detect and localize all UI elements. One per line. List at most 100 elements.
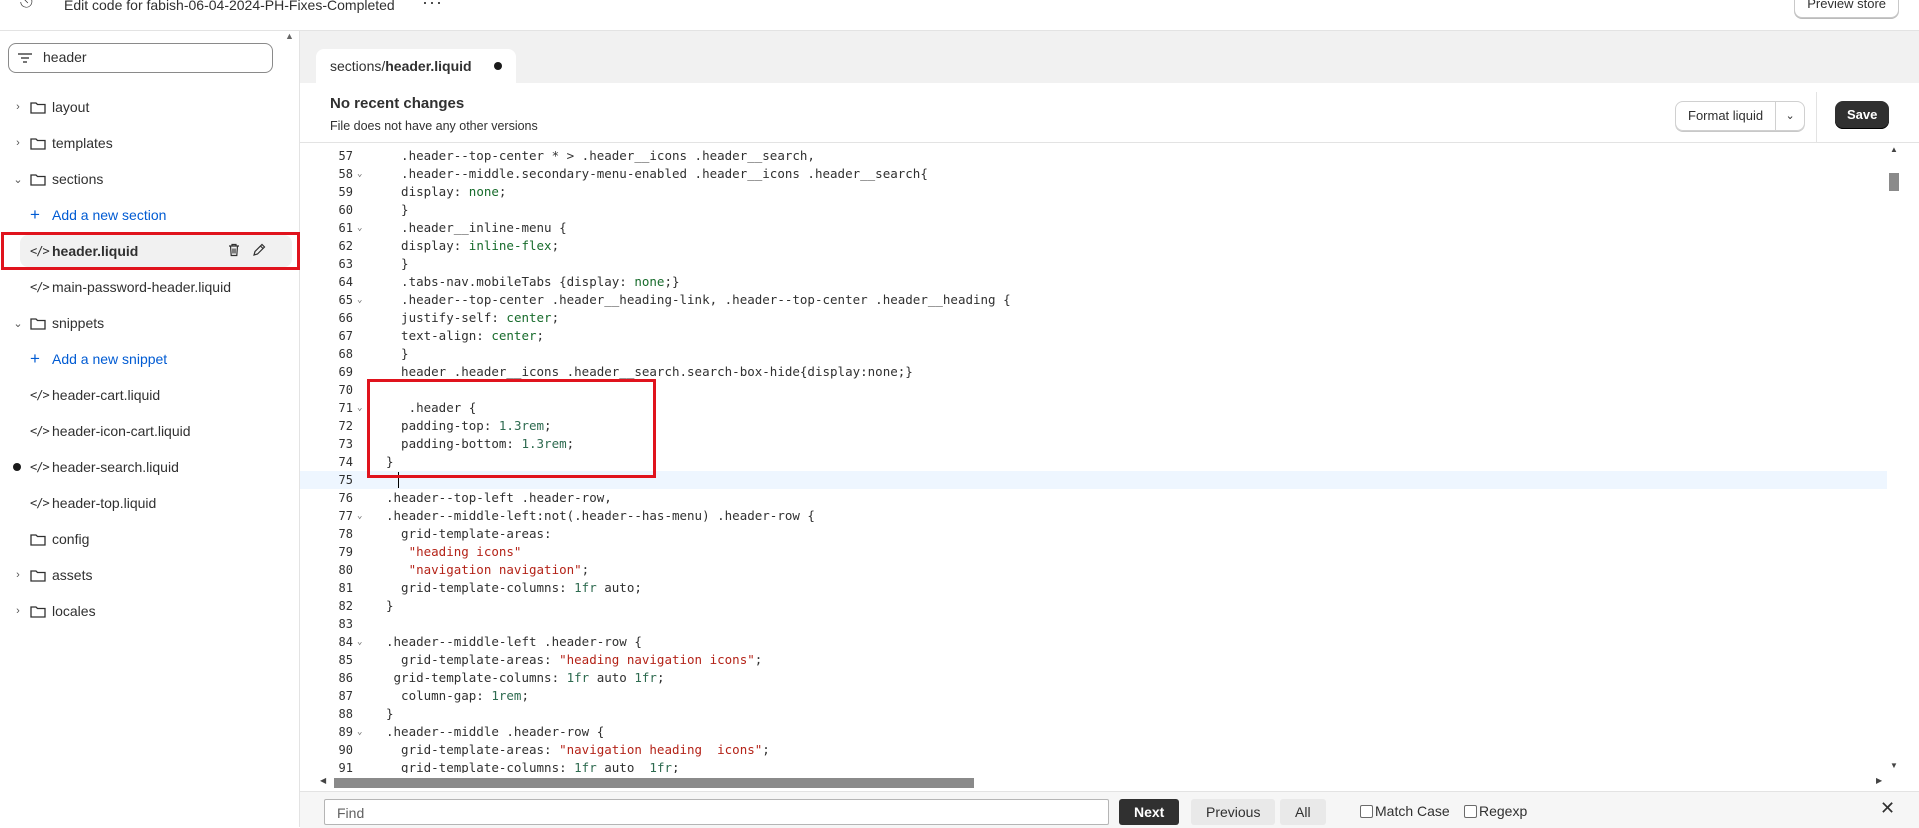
unsaved-indicator[interactable] (493, 62, 502, 71)
code-line[interactable]: 77 ⌄ .header--middle-left:not(.header--has… (300, 507, 1887, 525)
folder-icon (30, 173, 46, 186)
divider (1816, 92, 1817, 142)
folder-snippets[interactable]: ⌄ snippets (0, 305, 299, 341)
code-line[interactable]: 60 } (300, 201, 1887, 219)
fold-chevron-icon[interactable]: ⌄ (357, 723, 362, 741)
more-actions-button[interactable]: ··· (422, 0, 443, 13)
code-line[interactable]: 85 grid-template-areas: "heading navigat… (300, 651, 1887, 669)
trash-icon[interactable] (227, 243, 241, 257)
file-header-search[interactable]: </> header-search.liquid (0, 449, 299, 485)
scrollbar-thumb[interactable] (1889, 173, 1899, 191)
fold-chevron-icon[interactable]: ⌄ (357, 399, 362, 417)
chevron-right-icon: › (16, 605, 20, 617)
code-line[interactable]: 65 ⌄ .header--top-center .header__heading… (300, 291, 1887, 309)
file-label: header-icon-cart.liquid (52, 423, 191, 439)
line-number: 57 (338, 149, 353, 163)
find-next-button[interactable]: Next (1119, 799, 1180, 825)
file-info-bar: No recent changes File does not have any… (300, 83, 1919, 143)
scroll-right-arrow[interactable]: ▶ (1876, 776, 1882, 785)
save-button[interactable]: Save (1835, 101, 1890, 129)
file-search-field[interactable] (8, 43, 273, 73)
code-line[interactable]: 83 (300, 615, 1887, 633)
code-line[interactable]: 87 column-gap: 1rem; (300, 687, 1887, 705)
code-line[interactable]: 69 header .header__icons .header__search… (300, 363, 1887, 381)
fold-chevron-icon[interactable]: ⌄ (357, 219, 362, 237)
editor-horizontal-scrollbar[interactable]: ◀ ▶ (320, 776, 1887, 789)
folder-layout[interactable]: › layout (0, 89, 299, 125)
code-line[interactable]: 63 } (300, 255, 1887, 273)
find-all-button[interactable]: All (1280, 799, 1326, 825)
find-input[interactable]: Find (324, 799, 1109, 825)
code-line[interactable]: 66 justify-self: center; (300, 309, 1887, 327)
folder-config[interactable]: config (0, 521, 299, 557)
file-header-top[interactable]: </> header-top.liquid (0, 485, 299, 521)
file-main-password-header[interactable]: </> main-password-header.liquid (0, 269, 299, 305)
code-line[interactable]: 73 padding-bottom: 1.3rem; (300, 435, 1887, 453)
code-line[interactable]: 62 display: inline-flex; (300, 237, 1887, 255)
line-number: 72 (338, 419, 353, 433)
code-line[interactable]: 67 text-align: center; (300, 327, 1887, 345)
folder-templates[interactable]: › templates (0, 125, 299, 161)
fold-chevron-icon[interactable]: ⌄ (357, 165, 362, 183)
code-line[interactable]: 78 grid-template-areas: (300, 525, 1887, 543)
regexp-checkbox[interactable] (1464, 805, 1477, 818)
scrollbar-thumb[interactable] (334, 778, 974, 788)
format-liquid-button[interactable]: Format liquid (1676, 102, 1775, 130)
code-line[interactable]: 76 .header--top-left .header-row, (300, 489, 1887, 507)
folder-assets[interactable]: › assets (0, 557, 299, 593)
fold-chevron-icon[interactable]: ⌄ (357, 507, 362, 525)
folder-locales[interactable]: › locales (0, 593, 299, 629)
match-case-checkbox[interactable] (1360, 805, 1373, 818)
sidebar-scroll-up-arrow[interactable]: ▲ (285, 31, 294, 41)
preview-store-button[interactable]: Preview store (1794, 0, 1899, 18)
pencil-icon[interactable] (252, 243, 266, 257)
code-line[interactable]: 86 grid-template-columns: 1fr auto 1fr; (300, 669, 1887, 687)
code-line[interactable]: 82} (300, 597, 1887, 615)
code-line[interactable]: 71 ⌄ .header { (300, 399, 1887, 417)
chevron-down-icon[interactable]: ⌄ (1775, 102, 1804, 130)
code-line[interactable]: 58 ⌄ .header--middle.secondary-menu-enabl… (300, 165, 1887, 183)
add-snippet-label: Add a new snippet (52, 351, 168, 367)
code-line[interactable]: 90 grid-template-areas: "navigation head… (300, 741, 1887, 759)
code-editor[interactable]: 57 .header--top-center * > .header__icon… (300, 143, 1887, 773)
code-line[interactable]: 89 ⌄ .header--middle .header-row { (300, 723, 1887, 741)
code-line[interactable]: 91 grid-template-columns: 1fr auto 1fr; (300, 759, 1887, 773)
add-section-label: Add a new section (52, 207, 167, 223)
code-line[interactable]: 74} (300, 453, 1887, 471)
file-header-icon-cart[interactable]: </> header-icon-cart.liquid (0, 413, 299, 449)
tab-header-liquid[interactable]: sections/header.liquid (316, 49, 516, 83)
exit-icon[interactable]: ⎋ (20, 0, 33, 12)
fold-chevron-icon[interactable]: ⌄ (357, 633, 362, 651)
scroll-up-arrow[interactable]: ▲ (1890, 145, 1898, 154)
scroll-left-arrow[interactable]: ◀ (320, 776, 326, 785)
code-line[interactable]: 81 grid-template-columns: 1fr auto; (300, 579, 1887, 597)
file-search-input[interactable] (41, 48, 265, 66)
code-line[interactable]: 79 "heading icons" (300, 543, 1887, 561)
code-line[interactable]: 84 ⌄ .header--middle-left .header-row { (300, 633, 1887, 651)
file-header-liquid[interactable]: </> header.liquid (0, 233, 299, 269)
add-snippet-link[interactable]: + Add a new snippet (0, 341, 299, 377)
code-line[interactable]: 68 } (300, 345, 1887, 363)
code-line[interactable]: 64 .tabs-nav.mobileTabs {display: none;} (300, 273, 1887, 291)
folder-sections[interactable]: ⌄ sections (0, 161, 299, 197)
find-previous-button[interactable]: Previous (1191, 799, 1276, 825)
code-line[interactable]: 59 display: none; (300, 183, 1887, 201)
close-icon[interactable]: ✕ (1880, 798, 1895, 819)
file-tree: › layout › templates ⌄ sections + Add a … (0, 89, 299, 629)
code-line[interactable]: 70 (300, 381, 1887, 399)
code-line[interactable]: 57 .header--top-center * > .header__icon… (300, 147, 1887, 165)
code-text: justify-self: center; (386, 310, 560, 325)
fold-chevron-icon[interactable]: ⌄ (357, 291, 362, 309)
scroll-down-arrow[interactable]: ▼ (1890, 761, 1898, 770)
code-line[interactable]: 75 (300, 471, 1887, 489)
file-header-cart[interactable]: </> header-cart.liquid (0, 377, 299, 413)
code-line[interactable]: 80 "navigation navigation"; (300, 561, 1887, 579)
code-line[interactable]: 72 padding-top: 1.3rem; (300, 417, 1887, 435)
code-line[interactable]: 88} (300, 705, 1887, 723)
file-label: header-top.liquid (52, 495, 157, 511)
code-text: grid-template-areas: (386, 526, 552, 541)
editor-vertical-scrollbar[interactable]: ▲ ▼ (1887, 143, 1901, 773)
code-line[interactable]: 61 ⌄ .header__inline-menu { (300, 219, 1887, 237)
add-section-link[interactable]: + Add a new section (0, 197, 299, 233)
find-bar: Find Next Previous All Match Case Regexp… (300, 791, 1919, 828)
